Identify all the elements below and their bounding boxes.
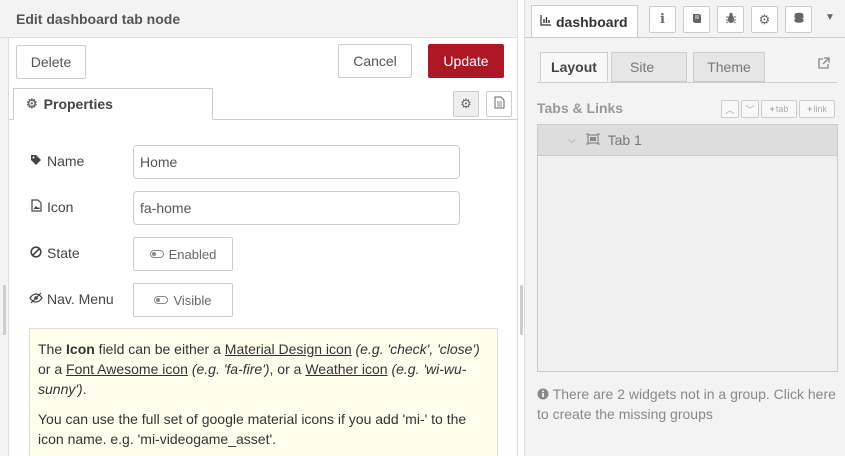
- sidebar-tab-dashboard[interactable]: dashboard: [531, 5, 638, 37]
- icon-help-tip: The Icon field can be either a Material …: [29, 328, 498, 456]
- sidebar-tab-config[interactable]: ⚙: [751, 6, 778, 33]
- chevron-down-icon: ﹀: [745, 104, 755, 115]
- image-icon: [29, 199, 43, 215]
- icon-label: Icon: [47, 199, 74, 215]
- name-input[interactable]: [133, 145, 460, 179]
- add-link-button[interactable]: + link: [799, 100, 835, 118]
- tray-title: Edit dashboard tab node: [16, 11, 181, 27]
- plus-icon: +: [807, 104, 813, 114]
- collapse-all-button[interactable]: ﹀: [741, 100, 759, 118]
- external-link-icon: [817, 57, 830, 73]
- subtab-divider: [537, 82, 837, 83]
- material-design-link[interactable]: Material Design icon: [225, 341, 352, 357]
- edit-tray: Edit dashboard tab node Delete Cancel Up…: [0, 0, 517, 456]
- nav-menu-row: Nav. Menu Visible: [29, 283, 509, 317]
- bug-icon: [725, 12, 737, 27]
- database-icon: [793, 12, 805, 28]
- state-toggle[interactable]: Enabled: [133, 237, 233, 271]
- tab-site[interactable]: Site: [611, 52, 687, 82]
- toggle-icon: [149, 250, 164, 258]
- name-label: Name: [47, 153, 85, 169]
- sidebar-tab-help[interactable]: [683, 6, 710, 33]
- tip-paragraph-1: The Icon field can be either a Material …: [38, 341, 480, 397]
- tray-resize-grip[interactable]: [3, 285, 6, 335]
- tab-properties[interactable]: ⚙ Properties: [13, 88, 213, 120]
- icon-input[interactable]: [133, 191, 460, 225]
- expand-all-button[interactable]: ︿: [721, 100, 739, 118]
- sidebar-menu-button[interactable]: ▼: [825, 12, 835, 23]
- chevron-down-icon[interactable]: ⌵: [568, 135, 576, 146]
- tray-toolbar: Delete Cancel Update: [8, 38, 517, 88]
- node-description-button[interactable]: [486, 91, 512, 117]
- nav-menu-label: Nav. Menu: [47, 291, 114, 307]
- state-toggle-label: Enabled: [168, 246, 217, 262]
- tab-icon: [585, 133, 600, 148]
- add-tab-button[interactable]: + tab: [761, 100, 797, 118]
- gear-icon: ⚙: [26, 96, 38, 111]
- info-circle-icon: [537, 386, 549, 402]
- update-button[interactable]: Update: [428, 44, 504, 78]
- tray-header: Edit dashboard tab node: [0, 0, 517, 38]
- name-row: Name: [29, 145, 509, 179]
- sidebar-tab-debug[interactable]: [717, 6, 744, 33]
- file-icon: [494, 96, 505, 112]
- nav-menu-toggle-label: Visible: [173, 292, 212, 308]
- sidebar-tab-dashboard-label: dashboard: [556, 13, 628, 30]
- eye-slash-icon: [29, 292, 43, 307]
- ban-icon: [29, 245, 43, 261]
- tab-properties-label: Properties: [43, 96, 113, 112]
- delete-button[interactable]: Delete: [16, 45, 86, 79]
- node-settings-button[interactable]: ⚙: [453, 91, 479, 117]
- bar-chart-icon: [540, 14, 552, 29]
- tree-item-label: Tab 1: [607, 132, 642, 148]
- state-label: State: [47, 245, 80, 261]
- weather-icon-link[interactable]: Weather icon: [305, 361, 387, 377]
- nav-menu-toggle[interactable]: Visible: [133, 283, 233, 317]
- caret-down-icon: ▼: [825, 12, 835, 23]
- tag-icon: [29, 154, 43, 169]
- cancel-button[interactable]: Cancel: [338, 44, 412, 78]
- sidebar-tab-context[interactable]: [785, 6, 812, 33]
- tabs-tree: ⌵ Tab 1: [537, 124, 838, 372]
- gear-icon: ⚙: [758, 11, 771, 27]
- chevron-up-icon: ︿: [725, 104, 735, 115]
- tip-paragraph-2: You can use the full set of google mater…: [38, 411, 467, 447]
- tray-body: ⚙ Properties ⚙ Name Home Icon fa-home St…: [8, 88, 517, 456]
- tab-layout[interactable]: Layout: [540, 52, 608, 82]
- toggle-icon: [154, 296, 169, 304]
- sidebar-header: dashboard i ⚙ ▼: [525, 0, 845, 38]
- font-awesome-link[interactable]: Font Awesome icon: [66, 361, 188, 377]
- dashboard-panel: Layout Site Theme Tabs & Links ︿ ﹀ + tab …: [525, 38, 845, 456]
- tabs-links-label: Tabs & Links: [537, 100, 624, 116]
- book-icon: [691, 12, 703, 27]
- gear-icon: ⚙: [460, 96, 472, 111]
- sidebar-splitter[interactable]: [517, 0, 524, 456]
- info-icon: i: [660, 12, 665, 27]
- sidebar: dashboard i ⚙ ▼ Layout Site Theme Tabs &…: [524, 0, 845, 456]
- tab-theme[interactable]: Theme: [693, 52, 765, 82]
- splitter-grip[interactable]: [520, 285, 523, 335]
- properties-tabs: ⚙ Properties ⚙: [9, 88, 517, 120]
- sidebar-tab-info[interactable]: i: [649, 6, 676, 33]
- state-row: State Enabled: [29, 237, 509, 271]
- open-dashboard-button[interactable]: [817, 57, 830, 73]
- missing-groups-note[interactable]: There are 2 widgets not in a group. Clic…: [537, 384, 840, 424]
- icon-row: Icon: [29, 191, 509, 225]
- tree-item-tab[interactable]: ⌵ Tab 1: [538, 125, 837, 156]
- plus-icon: +: [769, 104, 775, 114]
